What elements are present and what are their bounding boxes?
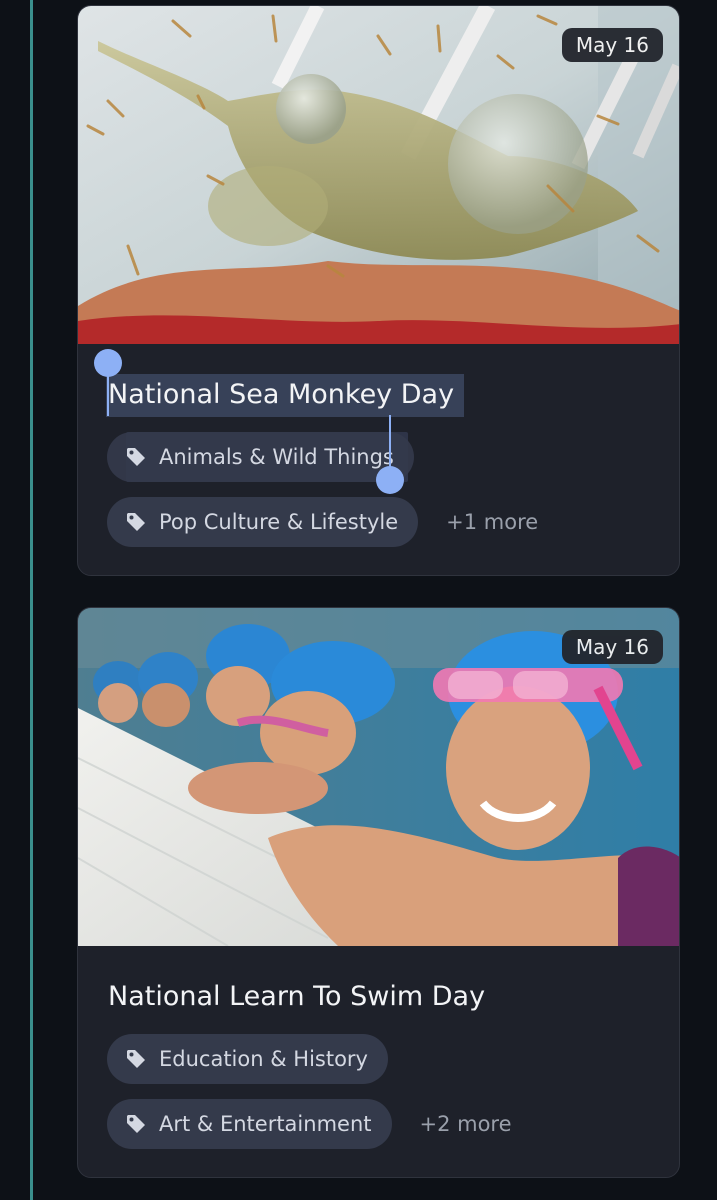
sea-monkey-tank-photo: May 16 [78,6,679,344]
more-tags-link[interactable]: +2 more [420,1112,512,1136]
events-list-page: May 16 National Sea Monkey Day Animals &… [0,0,717,1200]
tag-label: Animals & Wild Things [159,445,394,469]
selection-end-handle[interactable] [376,466,404,494]
tag-icon [125,1113,147,1135]
tag-row: Art & Entertainment +2 more [107,1099,512,1149]
kids-swimming-pool-photo: May 16 [78,608,679,946]
tag-row: Animals & Wild Things [107,432,414,482]
tag-label: Art & Entertainment [159,1112,372,1136]
timeline-rail [30,0,33,1200]
selection-start-stem [107,372,109,416]
event-title[interactable]: National Sea Monkey Day [108,379,454,410]
tag-label: Pop Culture & Lifestyle [159,510,399,534]
event-card-sea-monkey-day[interactable]: May 16 National Sea Monkey Day Animals &… [77,5,680,576]
tag-icon [125,446,147,468]
date-badge: May 16 [561,28,663,62]
category-tag-education[interactable]: Education & History [107,1034,388,1084]
tag-row: Pop Culture & Lifestyle +1 more [107,497,538,547]
tag-icon [125,511,147,533]
event-title[interactable]: National Learn To Swim Day [108,981,485,1012]
category-tag-art-entertainment[interactable]: Art & Entertainment [107,1099,392,1149]
tag-icon [125,1048,147,1070]
event-card-learn-to-swim-day[interactable]: May 16 National Learn To Swim Day Educat… [77,607,680,1178]
category-tag-animals[interactable]: Animals & Wild Things [107,432,414,482]
tag-row: Education & History [107,1034,388,1084]
category-tag-pop-culture[interactable]: Pop Culture & Lifestyle [107,497,419,547]
date-badge: May 16 [561,630,663,664]
tag-label: Education & History [159,1047,368,1071]
selection-end-stem [389,415,391,470]
more-tags-link[interactable]: +1 more [446,510,538,534]
